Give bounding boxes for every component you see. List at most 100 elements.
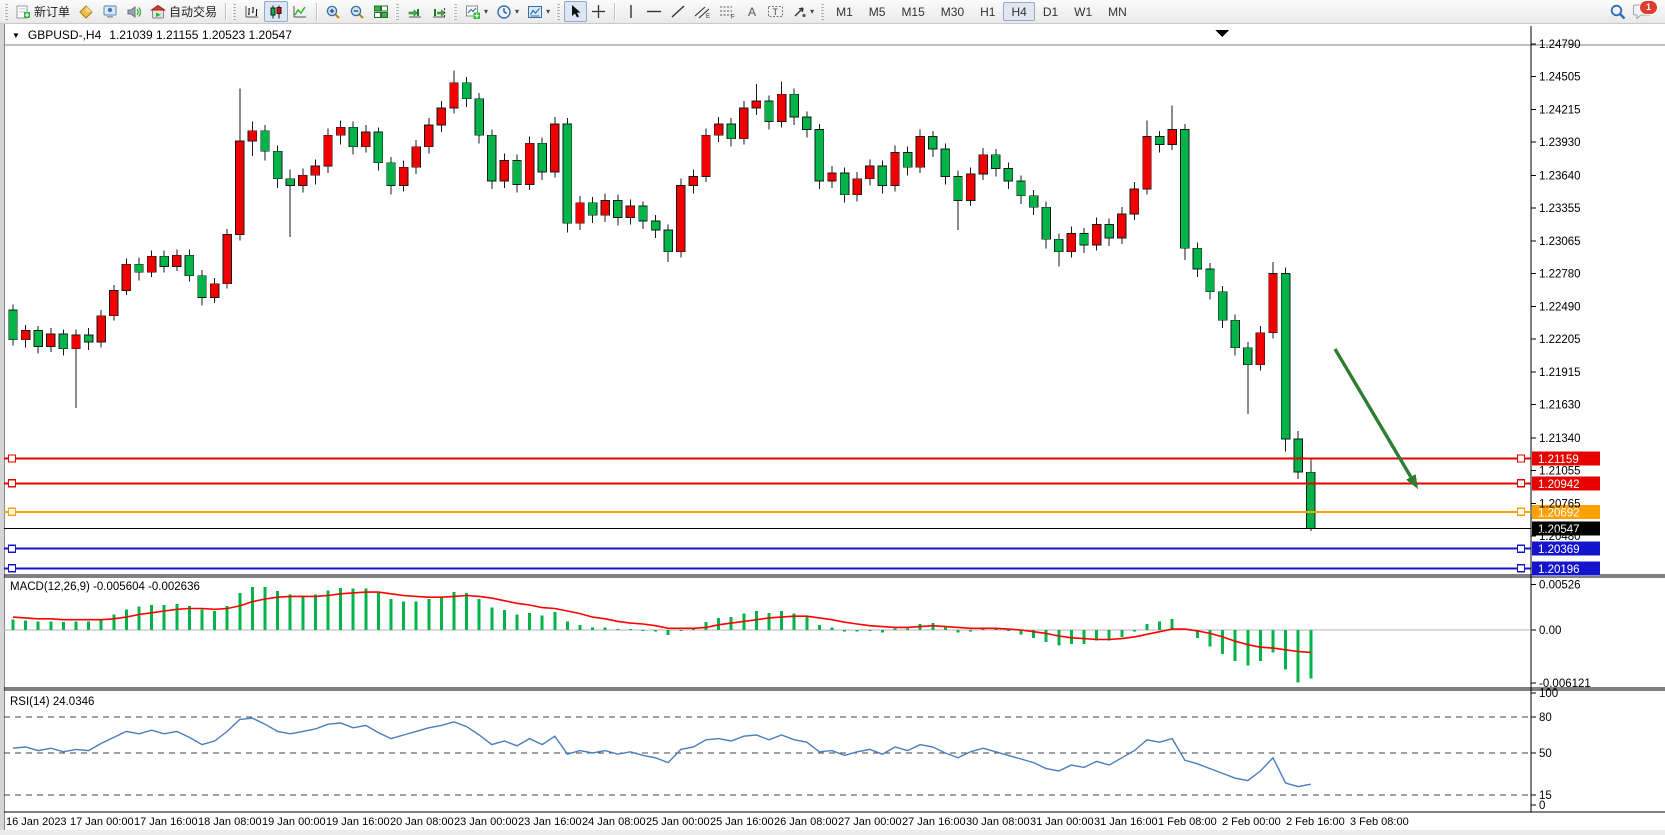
price-chart-canvas[interactable]: 1.211591.209421.206921.205471.203691.201… — [4, 24, 1665, 830]
tf-button-mn[interactable]: MN — [1100, 2, 1135, 21]
candle — [236, 141, 245, 235]
price-label-text: 1.21159 — [1538, 454, 1579, 466]
tf-button-h4[interactable]: H4 — [1003, 2, 1034, 21]
alerts-button[interactable] — [122, 1, 146, 22]
time-tick-label: 20 Jan 08:00 — [390, 816, 454, 828]
templates-dropdown[interactable]: ▾ — [523, 1, 554, 22]
tf-button-d1[interactable]: D1 — [1035, 2, 1066, 21]
arrows-dropdown[interactable]: ▾ — [788, 1, 818, 22]
candle — [362, 132, 371, 147]
toolbar-grip[interactable] — [556, 4, 560, 20]
auto-trading-button[interactable]: 自动交易 — [146, 1, 221, 22]
auto-scroll-button[interactable] — [403, 1, 427, 22]
candle — [84, 335, 93, 342]
candle — [1105, 224, 1114, 238]
terminal-button[interactable] — [98, 1, 122, 22]
time-tick-label: 19 Jan 00:00 — [262, 816, 326, 828]
bar-chart-mode-button[interactable] — [240, 1, 264, 22]
time-tick-label: 30 Jan 08:00 — [966, 816, 1030, 828]
candle — [72, 335, 81, 349]
auto-trading-label: 自动交易 — [169, 3, 217, 20]
price-label-text: 1.20196 — [1538, 564, 1580, 576]
tile-windows-button[interactable] — [369, 1, 393, 22]
macd-label: MACD(12,26,9) -0.005604 -0.002636 — [10, 581, 200, 593]
tf-button-h1[interactable]: H1 — [972, 2, 1003, 21]
cursor-tool-button[interactable] — [564, 1, 587, 22]
candle — [488, 135, 497, 181]
price-tick-label: 1.21340 — [1539, 433, 1581, 445]
text-tool[interactable]: A — [740, 1, 763, 22]
candle — [1130, 189, 1139, 214]
hline-handle[interactable] — [1518, 565, 1525, 572]
price-tick-label: 1.23930 — [1539, 137, 1581, 149]
toolbar-grip[interactable] — [453, 4, 457, 20]
line-chart-mode-button[interactable] — [288, 1, 312, 22]
time-tick-label: 16 Jan 2023 — [6, 816, 67, 828]
hline-handle[interactable] — [9, 545, 16, 552]
toolbar-grip[interactable] — [820, 4, 824, 20]
candle — [1155, 136, 1164, 144]
candle — [689, 176, 698, 185]
new-order-button[interactable]: 新订单 — [12, 1, 74, 22]
time-tick-label: 31 Jan 16:00 — [1094, 816, 1158, 828]
candle — [777, 94, 786, 121]
period-dropdown[interactable]: ▾ — [492, 1, 523, 22]
price-label-text: 1.20369 — [1538, 544, 1580, 556]
zoom-out-button[interactable] — [345, 1, 369, 22]
vertical-line-tool[interactable] — [619, 1, 642, 22]
tf-button-m1[interactable]: M1 — [828, 2, 861, 21]
search-icon[interactable] — [1609, 3, 1627, 21]
chat-button[interactable]: 1 — [1633, 2, 1655, 22]
hline-handle[interactable] — [1518, 455, 1525, 462]
candle — [173, 255, 182, 266]
candle — [614, 200, 623, 217]
chat-unread-badge: 1 — [1639, 0, 1658, 15]
fibonacci-tool[interactable]: F — [715, 1, 740, 22]
hline-handle[interactable] — [9, 508, 16, 515]
hline-handle[interactable] — [1518, 480, 1525, 487]
time-tick-label: 27 Jan 16:00 — [902, 816, 966, 828]
tf-button-m5[interactable]: M5 — [861, 2, 894, 21]
channel-icon: E — [694, 4, 711, 19]
hline-handle[interactable] — [9, 565, 16, 572]
candle — [273, 151, 282, 178]
ohlc-bars-icon — [244, 4, 260, 20]
time-tick-label: 17 Jan 00:00 — [70, 816, 134, 828]
candle — [1168, 130, 1177, 145]
tf-button-m15[interactable]: M15 — [893, 2, 932, 21]
dropdown-caret: ▾ — [810, 8, 814, 16]
equidistant-channel-tool[interactable]: E — [690, 1, 715, 22]
candle — [576, 203, 585, 224]
candle — [412, 147, 421, 168]
toolbar-grip[interactable] — [232, 4, 236, 20]
crosshair-tool-button[interactable] — [587, 1, 610, 22]
hline-handle[interactable] — [9, 480, 16, 487]
hline-handle[interactable] — [9, 455, 16, 462]
new-chart-dropdown[interactable]: ▾ — [461, 1, 492, 22]
text-icon: A — [745, 4, 759, 19]
text-label-tool[interactable]: T — [763, 1, 788, 22]
candle — [261, 131, 270, 152]
price-tick-label: 1.21055 — [1539, 465, 1581, 477]
candle — [903, 152, 912, 167]
hline-handle[interactable] — [1518, 545, 1525, 552]
candle — [752, 101, 761, 108]
chart-shift-button[interactable] — [427, 1, 451, 22]
zoom-in-button[interactable] — [321, 1, 345, 22]
toolbar-grip[interactable] — [395, 4, 399, 20]
candlestick-mode-button[interactable] — [264, 1, 288, 22]
candle — [475, 99, 484, 136]
trendline-icon — [670, 4, 686, 19]
time-tick-label: 1 Feb 08:00 — [1158, 816, 1217, 828]
candle — [878, 166, 887, 185]
trendline-tool[interactable] — [666, 1, 690, 22]
market-watch-button[interactable] — [74, 1, 98, 22]
candle — [135, 264, 144, 272]
horizontal-line-tool[interactable] — [642, 1, 666, 22]
new-order-icon — [16, 4, 31, 19]
toolbar-grip[interactable] — [4, 4, 8, 20]
tf-button-m30[interactable]: M30 — [933, 2, 972, 21]
tf-button-w1[interactable]: W1 — [1066, 2, 1100, 21]
hline-handle[interactable] — [1518, 508, 1525, 515]
candle — [1143, 136, 1152, 189]
